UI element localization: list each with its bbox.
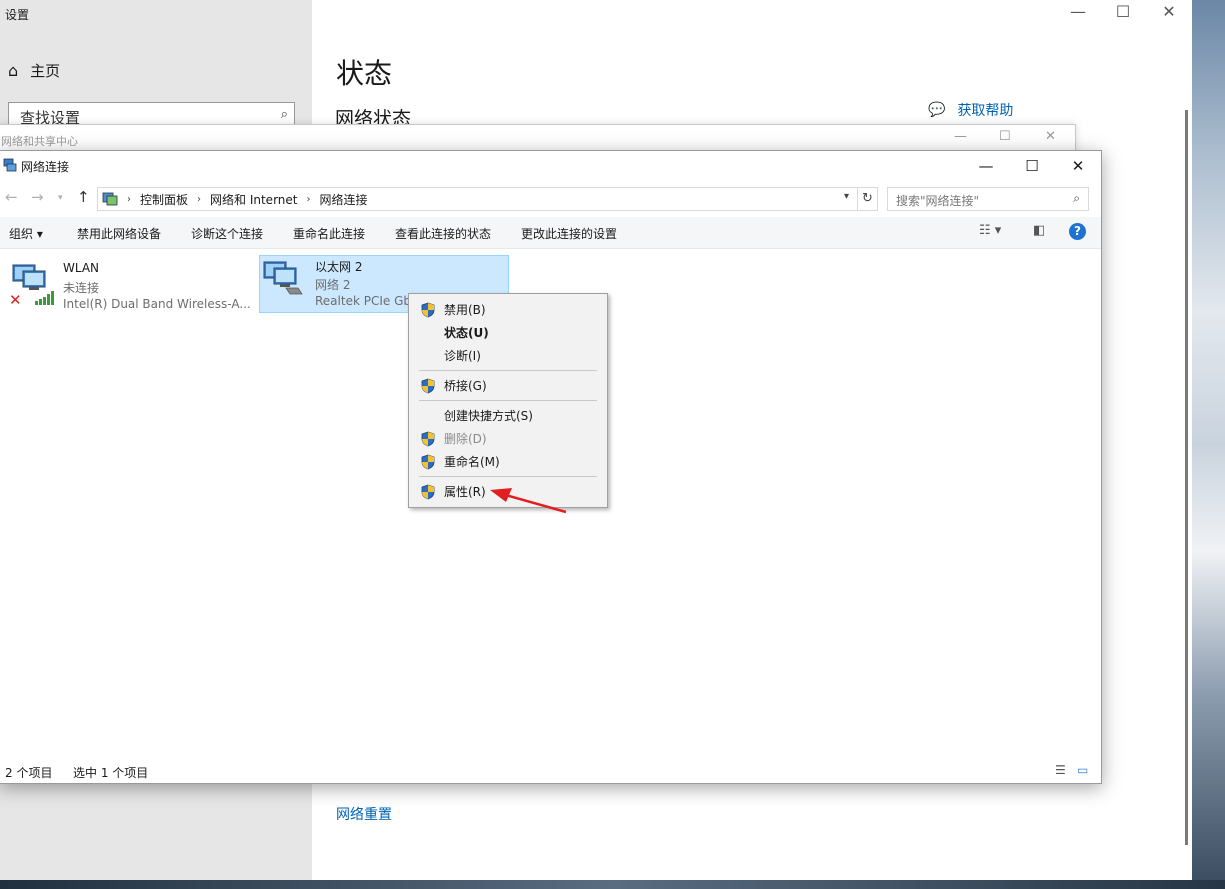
connection-item-wlan[interactable]: ✕ WLAN 未连接 Intel(R) Dual Band Wireless-A…	[3, 255, 253, 313]
breadcrumb-item[interactable]: 网络连接	[319, 191, 367, 208]
preview-pane-icon[interactable]: ◧	[1033, 223, 1045, 238]
help-icon[interactable]: ?	[1069, 223, 1086, 240]
recent-locations-chevron-icon[interactable]: ▾	[58, 193, 63, 203]
home-icon: ⌂	[8, 61, 19, 80]
menu-item-label: 诊断(I)	[444, 349, 481, 363]
disconnected-x-icon: ✕	[9, 291, 22, 309]
nsc-title: 网络和共享中心	[1, 135, 78, 148]
menu-separator	[419, 476, 597, 477]
menu-item-create-shortcut[interactable]: 创建快捷方式(S)	[411, 405, 605, 427]
uac-shield-icon	[421, 378, 435, 394]
breadcrumb-item[interactable]: 控制面板	[140, 191, 188, 208]
menu-separator	[419, 400, 597, 401]
diagnose-button[interactable]: 诊断这个连接	[191, 225, 263, 242]
search-placeholder: 搜索"网络连接"	[896, 194, 980, 208]
item-count: 2 个项目	[5, 766, 53, 780]
desktop-background	[1190, 0, 1225, 889]
menu-item-delete[interactable]: 删除(D)	[411, 428, 605, 450]
address-bar[interactable]: › 控制面板 › 网络和 Internet › 网络连接	[97, 187, 858, 211]
page-title: 状态	[336, 57, 393, 90]
organize-menu[interactable]: 组织 ▾	[9, 225, 43, 242]
nsc-close-button[interactable]: ✕	[1045, 129, 1056, 144]
menu-item-label: 属性(R)	[444, 485, 486, 499]
uac-shield-icon	[421, 302, 435, 318]
desktop-bottom-strip	[0, 880, 1225, 889]
menu-item-label: 创建快捷方式(S)	[444, 409, 533, 423]
window-title: 网络连接	[21, 160, 70, 174]
change-view-icon[interactable]: ☷ ▾	[979, 223, 1001, 238]
signal-bars-icon	[35, 291, 54, 305]
scrollbar[interactable]	[1185, 110, 1188, 845]
menu-item-label: 删除(D)	[444, 432, 487, 446]
maximize-button[interactable]: ☐	[1009, 153, 1055, 179]
refresh-button[interactable]: ↻	[858, 187, 878, 211]
up-arrow-icon[interactable]: ↑	[77, 188, 90, 206]
close-button[interactable]: ✕	[1055, 153, 1101, 179]
menu-item-label: 状态(U)	[444, 326, 489, 340]
rename-button[interactable]: 重命名此连接	[293, 225, 365, 242]
forward-arrow-icon[interactable]: →	[31, 188, 44, 206]
connection-status: 未连接	[63, 281, 100, 295]
menu-item-status[interactable]: 状态(U)	[411, 322, 605, 344]
menu-item-diagnose[interactable]: 诊断(I)	[411, 345, 605, 367]
change-settings-button[interactable]: 更改此连接的设置	[521, 225, 617, 242]
search-icon: ⌕	[1073, 191, 1080, 205]
annotation-arrow-icon	[490, 488, 567, 514]
disable-device-button[interactable]: 禁用此网络设备	[77, 225, 161, 242]
menu-item-disable[interactable]: 禁用(B)	[411, 299, 605, 321]
command-bar: 组织 ▾ 禁用此网络设备 诊断这个连接 重命名此连接 查看此连接的状态 更改此连…	[0, 217, 1101, 249]
nsc-maximize-button[interactable]: ☐	[999, 129, 1011, 144]
address-dropdown-icon[interactable]: ▾	[844, 191, 849, 202]
menu-item-label: 桥接(G)	[444, 379, 487, 393]
breadcrumb-item[interactable]: 网络和 Internet	[210, 191, 297, 208]
address-row: ← → ▾ ↑ › 控制面板 › 网络和 Internet › 网络连接 ▾ ↻…	[0, 185, 1101, 211]
maximize-button[interactable]: ☐	[1100, 2, 1146, 21]
settings-title: 设置	[5, 8, 30, 22]
close-button[interactable]: ✕	[1146, 2, 1192, 21]
network-reset-link[interactable]: 网络重置	[336, 804, 392, 824]
details-view-icon[interactable]: ☰	[1055, 763, 1066, 777]
home-label: 主页	[30, 62, 61, 80]
uac-shield-icon	[421, 484, 435, 500]
connection-description: Intel(R) Dual Band Wireless-A...	[63, 297, 251, 311]
title-bar: 网络连接 — ☐ ✕	[0, 151, 1101, 181]
large-icons-view-icon[interactable]: ▭	[1077, 763, 1088, 777]
breadcrumb-separator-icon: ›	[127, 193, 131, 205]
uac-shield-icon	[421, 431, 435, 447]
menu-item-label: 重命名(M)	[444, 455, 500, 469]
connection-status: 网络 2	[315, 278, 351, 292]
network-window-icon	[3, 158, 17, 172]
back-arrow-icon[interactable]: ←	[5, 188, 18, 206]
get-help-link[interactable]: 💬 获取帮助	[928, 100, 1013, 120]
search-input[interactable]: 搜索"网络连接" ⌕	[887, 187, 1089, 211]
home-nav[interactable]: ⌂ 主页	[8, 60, 60, 81]
get-help-label: 获取帮助	[957, 103, 1014, 119]
menu-separator	[419, 370, 597, 371]
help-chat-icon: 💬	[928, 102, 946, 118]
view-status-button[interactable]: 查看此连接的状态	[395, 225, 491, 242]
status-bar: 2 个项目 选中 1 个项目 ☰ ▭	[0, 761, 1101, 783]
nsc-minimize-button[interactable]: —	[954, 129, 967, 144]
connection-description: Realtek PCIe Gb	[315, 294, 411, 308]
control-panel-icon	[102, 192, 118, 206]
breadcrumb-separator-icon: ›	[306, 193, 311, 205]
search-icon: ⌕	[280, 107, 288, 122]
minimize-button[interactable]: —	[963, 153, 1009, 179]
menu-item-label: 禁用(B)	[444, 303, 486, 317]
uac-shield-icon	[421, 454, 435, 470]
menu-item-bridge[interactable]: 桥接(G)	[411, 375, 605, 397]
network-adapter-icon	[263, 261, 303, 295]
connection-name: WLAN	[63, 261, 100, 275]
context-menu: 禁用(B) 状态(U) 诊断(I) 桥接(G) 创建快捷方式(S) 删除(D) …	[408, 293, 608, 508]
minimize-button[interactable]: —	[1055, 2, 1101, 21]
menu-item-rename[interactable]: 重命名(M)	[411, 451, 605, 473]
connection-name: 以太网 2	[315, 260, 363, 274]
selected-count: 选中 1 个项目	[73, 766, 149, 780]
breadcrumb-separator-icon: ›	[197, 193, 202, 205]
